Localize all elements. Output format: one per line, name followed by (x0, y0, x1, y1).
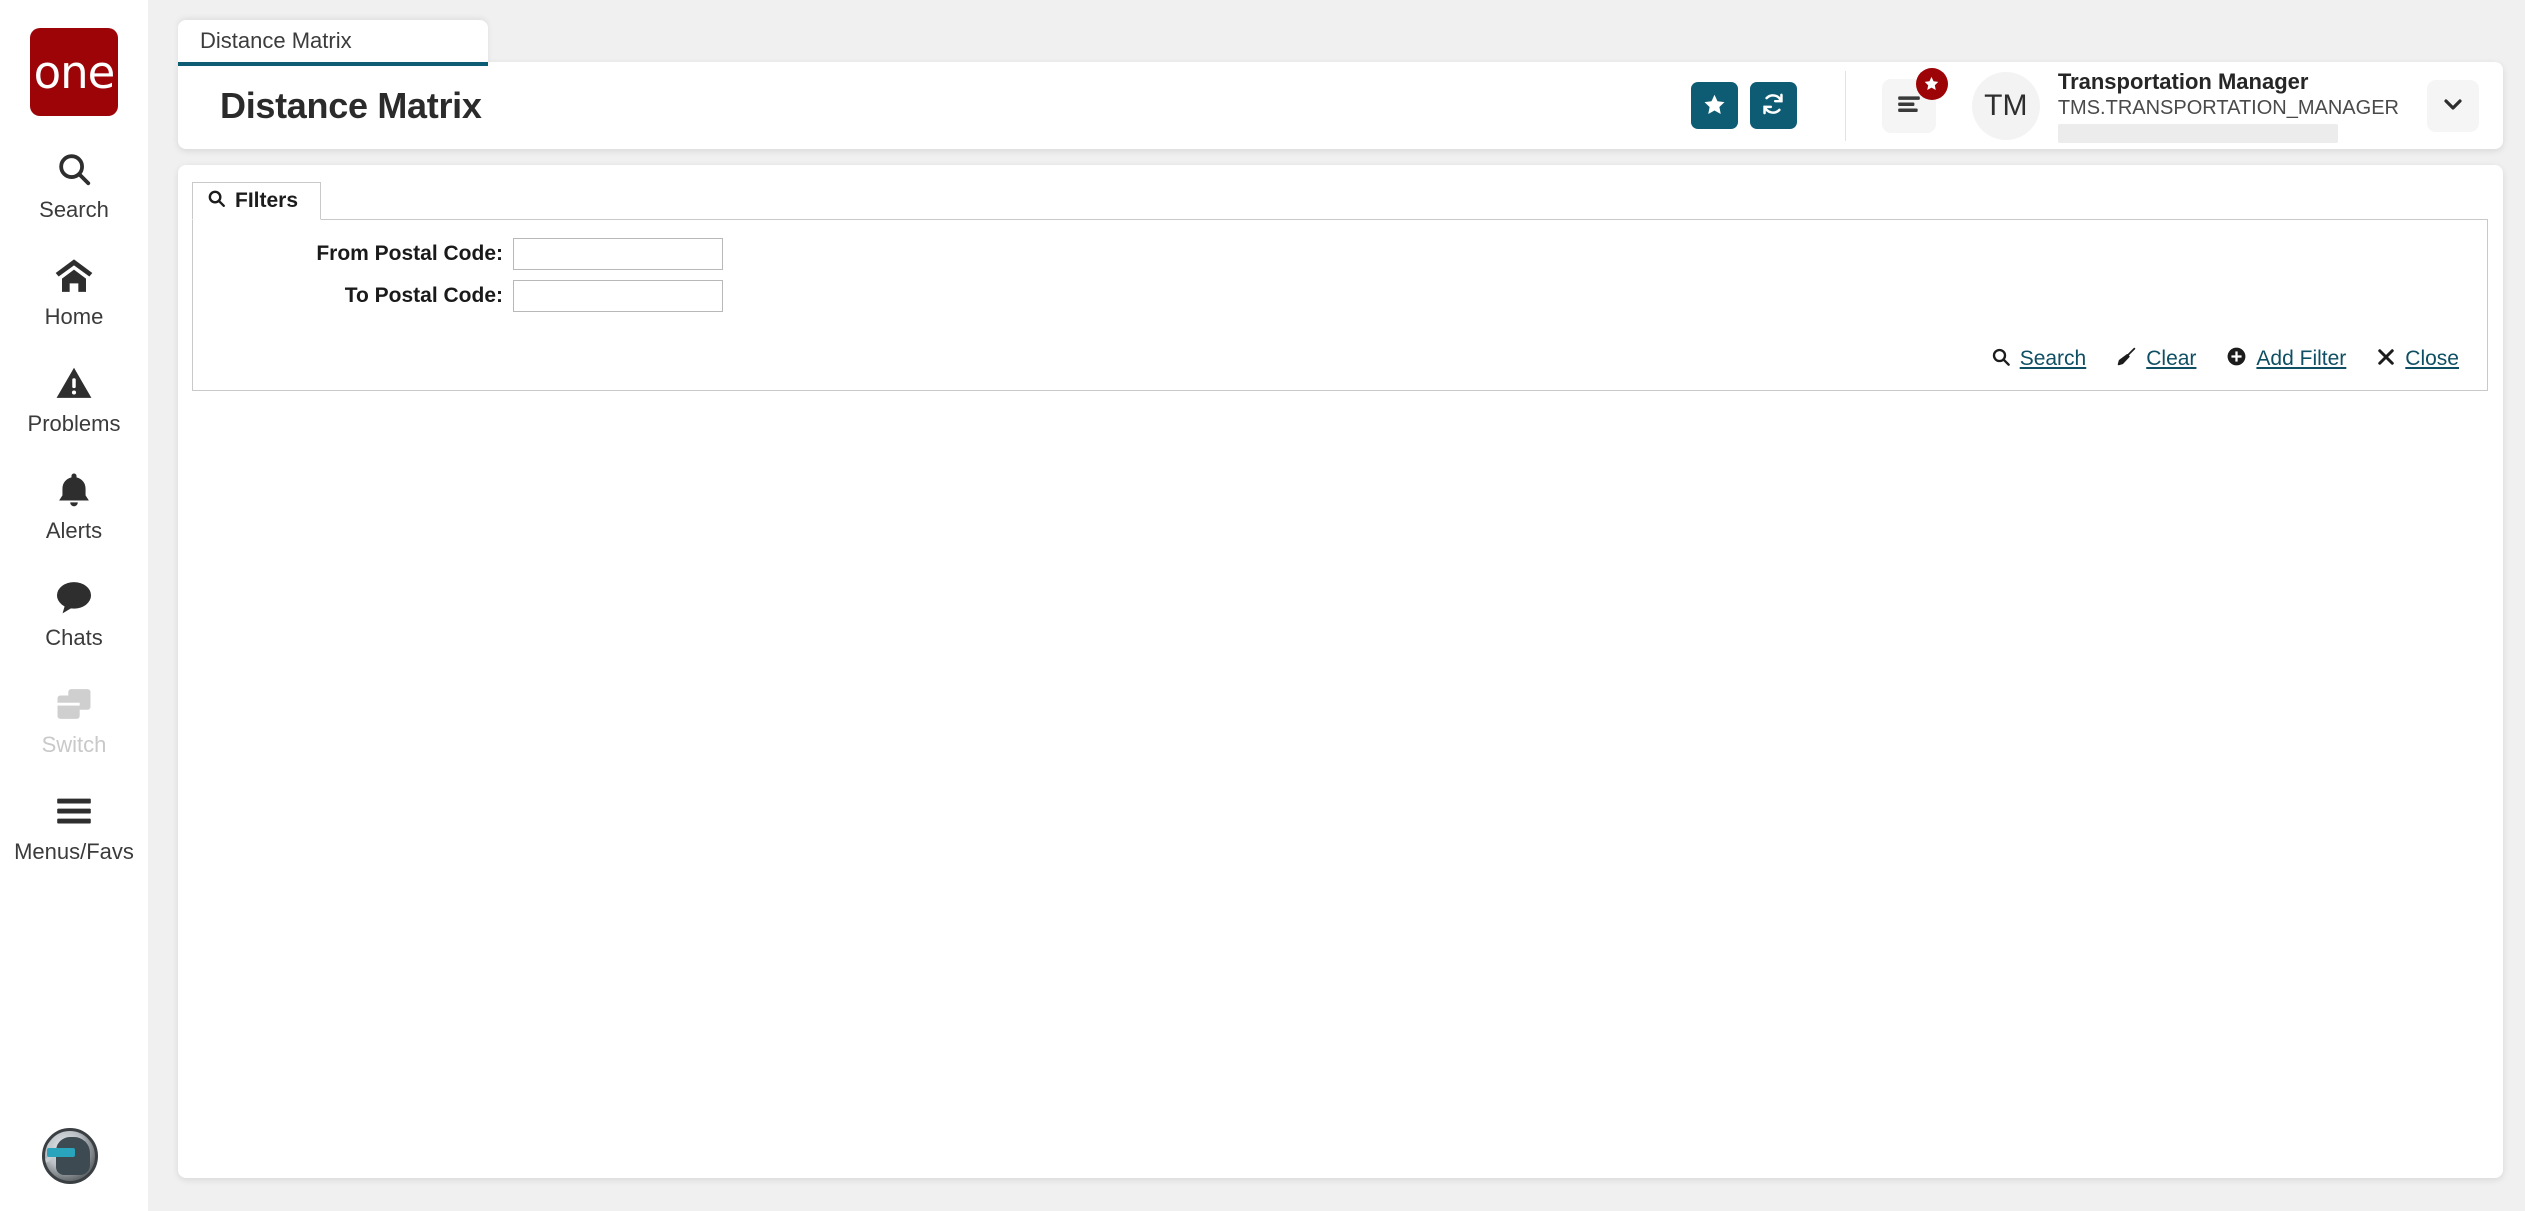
content-card: FIlters From Postal Code: To Postal Code… (178, 165, 2503, 1178)
main-area: Distance Matrix Distance Matrix TM Trans… (148, 0, 2525, 1211)
filters-action-bar: Search Clear Add Filter Close (193, 334, 2487, 382)
sidebar-item-chats[interactable]: Chats (0, 574, 148, 651)
clear-button-label: Clear (2146, 347, 2197, 370)
filters-panel: FIlters From Postal Code: To Postal Code… (192, 182, 2488, 391)
sidebar-item-home[interactable]: Home (0, 253, 148, 330)
sidebar-item-label: Menus/Favs (14, 839, 134, 864)
search-icon (207, 189, 226, 213)
search-button-label: Search (2019, 347, 2087, 370)
from-postal-code-label: From Postal Code: (316, 242, 503, 265)
menus-favs-button[interactable] (1881, 67, 1948, 133)
close-button[interactable]: Close (2376, 347, 2459, 372)
page-tab-strip: Distance Matrix (178, 18, 488, 66)
ai-assistant-avatar[interactable] (42, 1128, 98, 1184)
filters-tab-row: FIlters (192, 182, 2488, 220)
switch-windows-icon (55, 681, 93, 727)
search-icon (1991, 347, 2011, 372)
add-filter-button[interactable]: Add Filter (2226, 346, 2346, 372)
page-title: Distance Matrix (220, 84, 482, 126)
tab-filters-label: FIlters (235, 189, 299, 212)
tab-distance-matrix[interactable]: Distance Matrix (178, 20, 488, 66)
user-info: Transportation Manager TMS.TRANSPORTATIO… (2057, 68, 2399, 143)
sidebar-item-label: Search (39, 197, 109, 222)
avatar-initials: TM (1984, 88, 2028, 122)
hamburger-icon (55, 788, 93, 834)
tab-label: Distance Matrix (200, 28, 352, 53)
header-divider (1844, 70, 1846, 141)
chevron-down-icon (2441, 92, 2465, 119)
menu-lines-icon (1896, 93, 1922, 118)
user-redacted-bar (2057, 123, 2338, 143)
sidebar-item-label: Problems (27, 411, 121, 436)
page-header: Distance Matrix TM Transportation Manage… (178, 62, 2503, 149)
sidebar-item-alerts[interactable]: Alerts (0, 467, 148, 544)
left-sidebar: one Search Home Problems Alerts Chats Sw… (0, 0, 148, 1211)
sidebar-item-label: Chats (45, 625, 103, 650)
robot-visor-shape (47, 1148, 75, 1157)
search-button[interactable]: Search (1991, 347, 2087, 372)
star-badge-icon (1915, 67, 1948, 100)
chat-bubble-icon (54, 574, 94, 620)
to-postal-code-input[interactable] (513, 280, 723, 312)
home-icon (54, 253, 94, 299)
broom-icon (2116, 346, 2137, 372)
warning-triangle-icon (55, 360, 93, 406)
filters-body: From Postal Code: To Postal Code: Search… (192, 220, 2488, 391)
add-filter-button-label: Add Filter (2256, 347, 2347, 370)
tab-filters[interactable]: FIlters (192, 182, 322, 220)
sidebar-item-label: Home (44, 304, 104, 329)
brand-logo-text: one (33, 45, 116, 99)
to-postal-code-label: To Postal Code: (344, 284, 503, 307)
user-menu-button[interactable] (2427, 79, 2479, 132)
application-root: one Search Home Problems Alerts Chats Sw… (0, 0, 2525, 1211)
sidebar-item-menus-favs[interactable]: Menus/Favs (0, 788, 148, 865)
header-actions: TM Transportation Manager TMS.TRANSPORTA… (1679, 62, 2503, 149)
sidebar-item-label: Switch (41, 732, 107, 757)
robot-head-shape (45, 1137, 90, 1175)
brand-logo[interactable]: one (30, 28, 118, 116)
sidebar-item-label: Alerts (45, 518, 103, 543)
star-icon (1702, 92, 1727, 120)
refresh-button[interactable] (1749, 82, 1797, 129)
from-postal-code-input[interactable] (513, 238, 723, 270)
bell-icon (56, 467, 92, 513)
user-name: Transportation Manager (2057, 69, 2309, 95)
search-icon (55, 146, 93, 192)
filter-row: From Postal Code: (193, 238, 2487, 270)
sidebar-item-problems[interactable]: Problems (0, 360, 148, 437)
favorite-button[interactable] (1690, 82, 1738, 129)
clear-button[interactable]: Clear (2116, 346, 2196, 372)
sidebar-item-search[interactable]: Search (0, 146, 148, 223)
sidebar-item-switch[interactable]: Switch (0, 681, 148, 758)
user-role: TMS.TRANSPORTATION_MANAGER (2057, 96, 2399, 119)
plus-circle-icon (2226, 346, 2247, 372)
filter-row: To Postal Code: (193, 280, 2487, 312)
close-button-label: Close (2405, 347, 2459, 370)
refresh-icon (1760, 91, 1786, 120)
close-x-icon (2376, 347, 2396, 372)
avatar[interactable]: TM (1971, 71, 2040, 140)
